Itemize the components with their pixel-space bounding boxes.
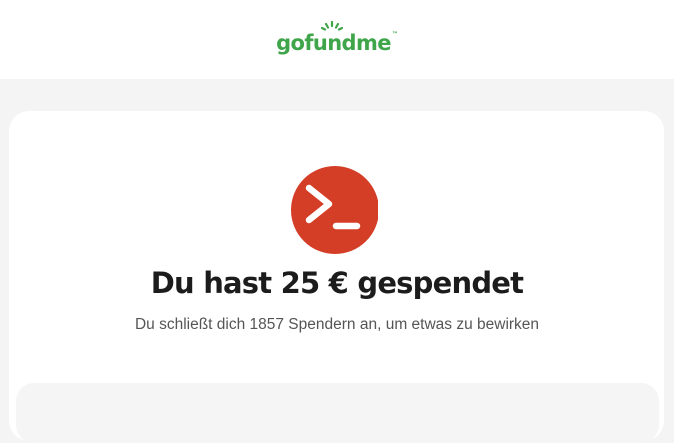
terminal-prompt-icon	[305, 184, 361, 230]
logo-trademark: ™	[391, 30, 398, 38]
logo-text: gofundme	[276, 30, 391, 55]
campaign-avatar	[291, 166, 378, 254]
top-header: gofundme™	[0, 0, 674, 79]
donation-subtitle: Du schließt dich 1857 Spendern an, um et…	[134, 316, 540, 333]
logo-sun-rays-icon	[321, 20, 344, 31]
donation-title: Du hast 25 € gespendet	[150, 266, 524, 300]
next-section-card	[16, 383, 659, 443]
gofundme-logo[interactable]: gofundme™	[276, 20, 398, 55]
